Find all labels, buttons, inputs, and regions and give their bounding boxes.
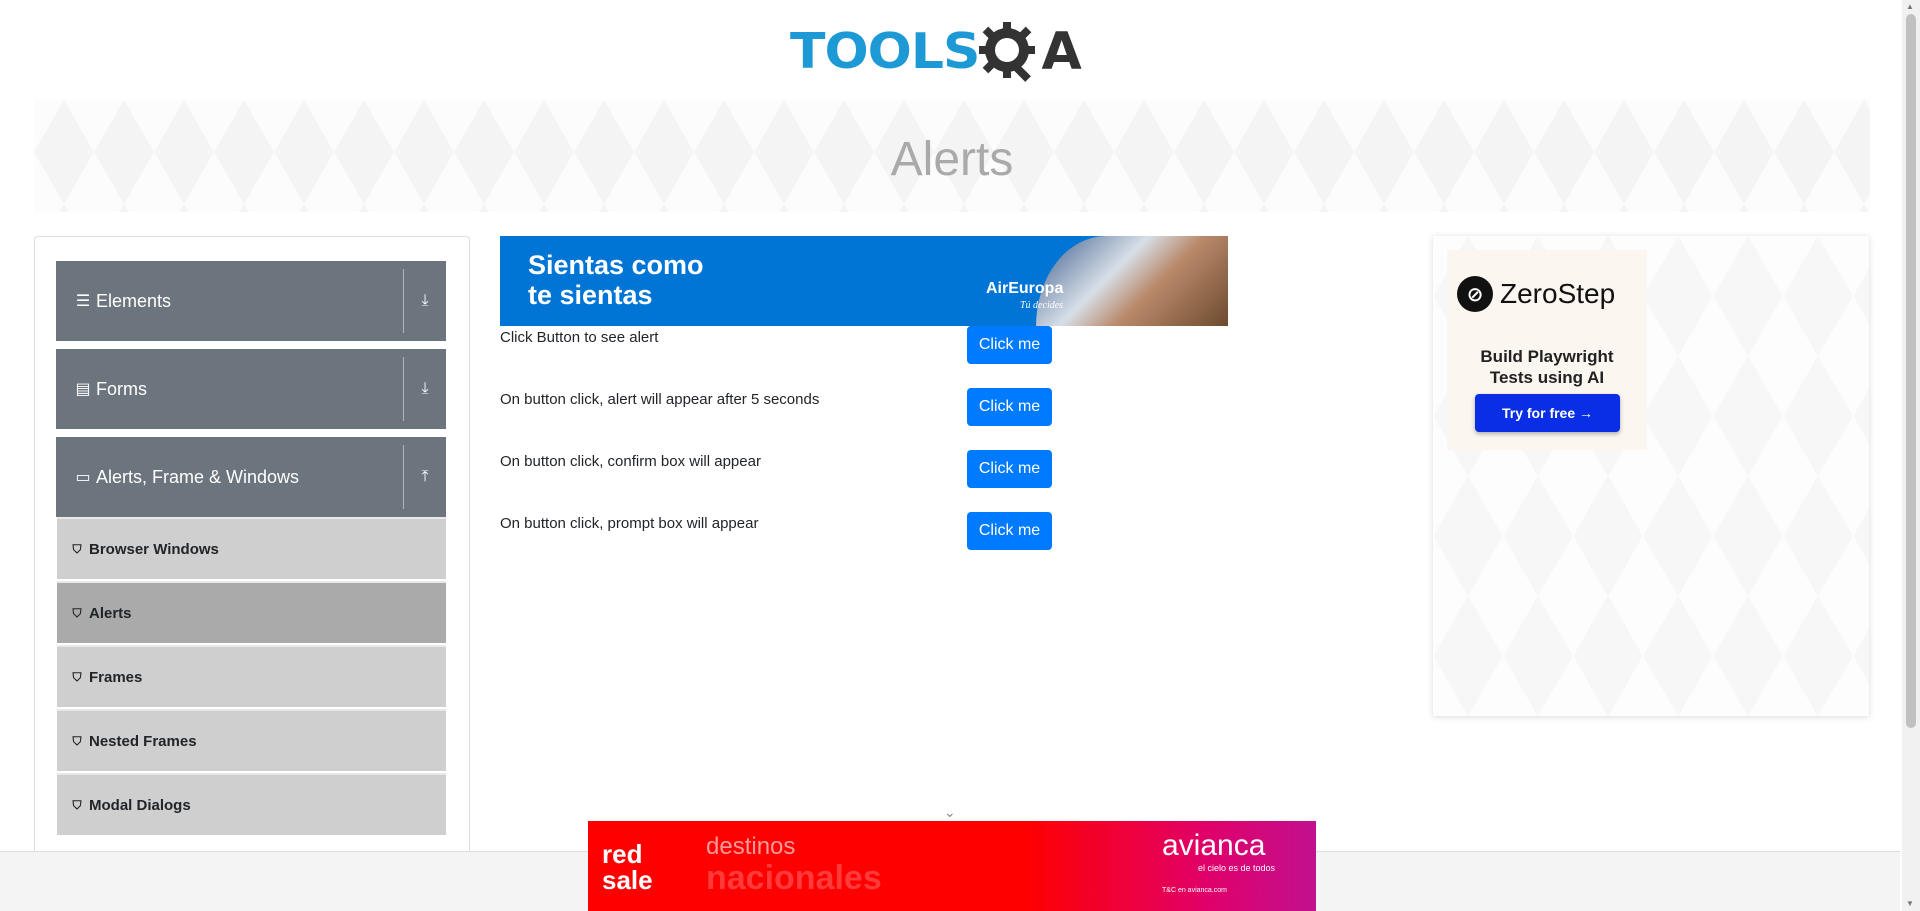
html5-icon: ⛉: [72, 797, 82, 812]
ad-nacionales: nacionales: [706, 859, 882, 897]
ad-brand: AirEuropa: [986, 280, 1064, 297]
sidebar-group-label: Alerts, Frame & Windows: [96, 466, 300, 487]
document-icon: ▤: [75, 381, 91, 398]
download-arrow-icon: ⤓: [421, 292, 429, 309]
html5-icon: ⛉: [72, 605, 82, 620]
scroll-down-icon[interactable]: ▼: [1906, 899, 1914, 908]
logo-text: TOOLS: [790, 23, 980, 81]
timer-alert-row-label: On button click, alert will appear after…: [500, 391, 820, 408]
chevron-down-icon[interactable]: ⌄: [944, 804, 956, 821]
zerostep-ad[interactable]: ⊘ ZeroStep Build Playwright Tests using …: [1433, 236, 1869, 716]
ad-headline: Sientas como te sientas: [528, 250, 704, 310]
try-for-free-button[interactable]: Try for free →: [1475, 394, 1620, 432]
ad-headline-line1: Sientas como: [528, 250, 704, 280]
sidebar-item-browser-windows[interactable]: ⛉ Browser Windows: [57, 517, 446, 579]
ad-tagline: Tú decides: [1020, 300, 1064, 311]
sidebar-item-label: Browser Windows: [89, 540, 219, 558]
confirm-button[interactable]: Click me: [967, 450, 1052, 488]
zerostep-card: ⊘ ZeroStep Build Playwright Tests using …: [1447, 250, 1647, 450]
html5-icon: ⛉: [72, 733, 82, 748]
sidebar-item-label: Modal Dialogs: [89, 796, 191, 814]
avianca-ad[interactable]: red sale destinos nacionales avianca el …: [588, 821, 1316, 911]
page: TOOLS A Alerts ☰ Elements ⤓ ▤ Forms ⤓ ▭ …: [0, 0, 1920, 911]
ad-avianca-tagline: el cielo es de todos: [1198, 863, 1276, 873]
page-banner: Alerts: [34, 100, 1870, 212]
ad-sale-text: sale: [602, 865, 653, 895]
timer-alert-button[interactable]: Click me: [967, 388, 1052, 426]
scrollbar-thumb[interactable]: [1906, 14, 1916, 728]
sidebar-item-label: Frames: [89, 668, 143, 686]
prompt-row-label: On button click, prompt box will appear: [500, 515, 759, 532]
sidebar-item-frames[interactable]: ⛉ Frames: [57, 645, 446, 707]
html5-icon: ⛉: [72, 541, 82, 556]
toolsqa-logo[interactable]: TOOLS A: [790, 12, 1120, 92]
zerostep-logo: ⊘ ZeroStep: [1457, 276, 1615, 312]
sidebar-group-forms[interactable]: ▤ Forms ⤓: [56, 349, 446, 429]
html5-icon: ⛉: [72, 669, 82, 684]
scroll-up-icon[interactable]: ▲: [1906, 2, 1914, 11]
gear-magnifier-icon: [979, 22, 1036, 82]
sidebar-group-label: Elements: [96, 290, 172, 311]
sidebar: ☰ Elements ⤓ ▤ Forms ⤓ ▭ Alerts, Frame &…: [34, 236, 470, 876]
page-title: Alerts: [890, 132, 1014, 186]
ad-redsale-logo: red sale: [602, 841, 653, 893]
ad-red-text: red: [602, 839, 643, 869]
ad-destinos: destinos: [706, 833, 796, 860]
zerostep-subtitle: Build Playwright Tests using AI: [1447, 346, 1647, 388]
ad-headline-line2: te sientas: [528, 280, 653, 310]
sidebar-group-label: Forms: [96, 378, 147, 399]
ad-avianca-brand: avianca: [1162, 829, 1266, 862]
vertical-scrollbar[interactable]: ▲ ▼: [1902, 0, 1920, 911]
prompt-button[interactable]: Click me: [967, 512, 1052, 550]
hamburger-icon: ☰: [75, 293, 91, 310]
sidebar-group-alerts-frame-windows[interactable]: ▭ Alerts, Frame & Windows ⤒: [56, 437, 446, 517]
ad-photo: [1036, 236, 1228, 326]
alert-button[interactable]: Click me: [967, 326, 1052, 364]
zerostep-subtitle-line2: Tests using AI: [1489, 368, 1605, 387]
confirm-row-label: On button click, confirm box will appear: [500, 453, 761, 470]
sidebar-item-modal-dialogs[interactable]: ⛉ Modal Dialogs: [57, 773, 446, 835]
logo-suffix: A: [1041, 22, 1082, 82]
air-europa-ad[interactable]: Sientas como te sientas AirEuropa Tú dec…: [500, 236, 1228, 326]
download-arrow-icon: ⤓: [421, 380, 429, 397]
sidebar-group-elements[interactable]: ☰ Elements ⤓: [56, 261, 446, 341]
zerostep-logo-icon: ⊘: [1457, 276, 1493, 312]
window-icon: ▭: [75, 469, 91, 486]
zerostep-brand: ZeroStep: [1500, 278, 1616, 309]
sidebar-item-alerts[interactable]: ⛉ Alerts: [57, 581, 446, 643]
sidebar-item-label: Alerts: [89, 604, 132, 622]
sidebar-item-label: Nested Frames: [89, 732, 197, 750]
upload-arrow-icon: ⤒: [421, 468, 429, 485]
alert-row-label: Click Button to see alert: [500, 329, 659, 346]
ad-legal: T&C en avianca.com: [1162, 887, 1227, 894]
zerostep-subtitle-line1: Build Playwright: [1480, 347, 1614, 366]
sidebar-item-nested-frames[interactable]: ⛉ Nested Frames: [57, 709, 446, 771]
